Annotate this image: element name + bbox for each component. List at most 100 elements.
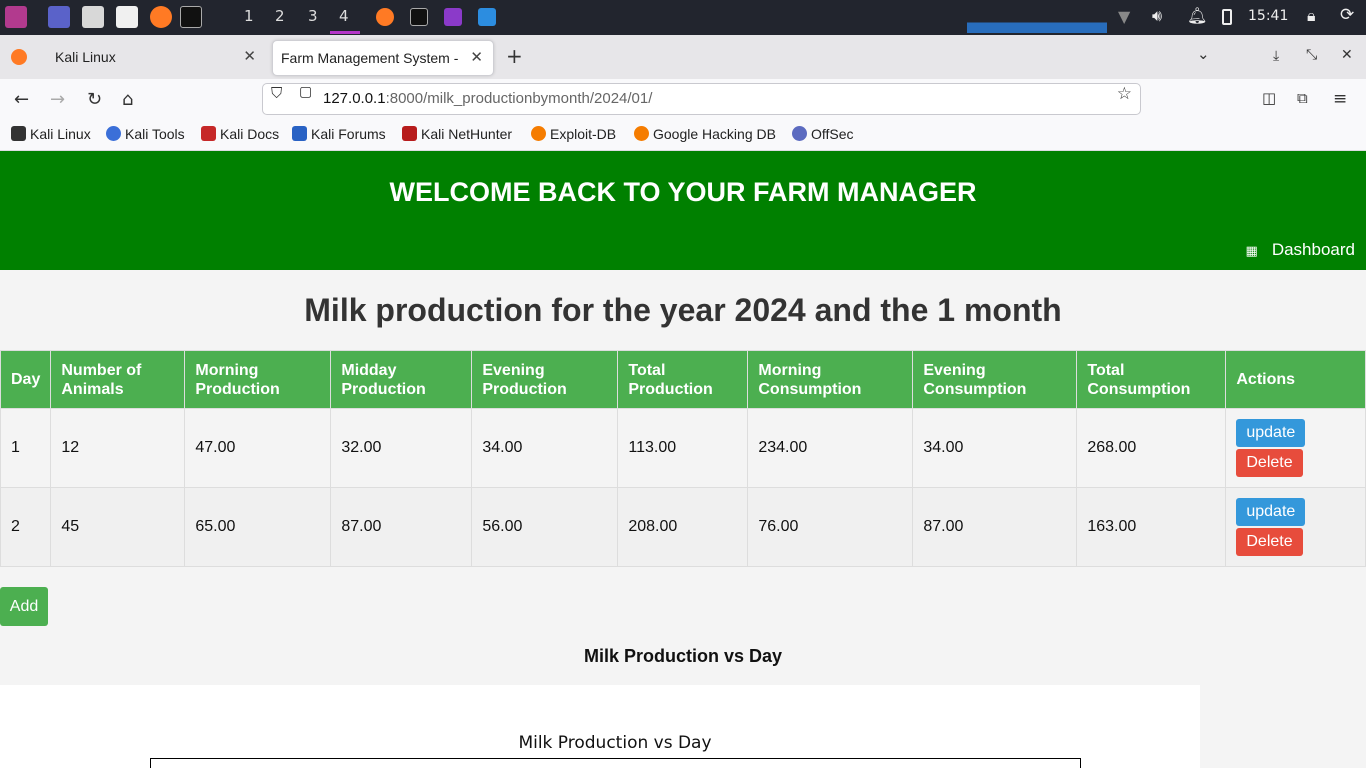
tab-kali-linux[interactable]: Kali Linux ✕ — [44, 40, 266, 76]
workspace-2[interactable]: 2 — [275, 7, 285, 25]
restore-window-icon[interactable]: ⤡ — [1306, 47, 1317, 63]
bookmark-kali-forums[interactable]: Kali Forums — [292, 126, 386, 142]
site-header: WELCOME BACK TO YOUR FARM MANAGER ▦ Dashb… — [0, 151, 1366, 270]
bookmark-exploit-db[interactable]: Exploit-DB — [531, 126, 616, 142]
cell-total: 113.00 — [617, 408, 749, 488]
cell-morning: 47.00 — [184, 408, 332, 488]
cell-morning-consumption: 234.00 — [747, 408, 914, 488]
forward-arrow-icon[interactable]: → — [50, 89, 65, 110]
dashboard-link[interactable]: ▦ Dashboard — [1246, 240, 1355, 260]
reload-icon[interactable]: ↻ — [87, 89, 102, 110]
show-desktop-icon[interactable] — [48, 6, 70, 28]
workspace-4[interactable]: 4 — [339, 7, 349, 25]
cell-total: 208.00 — [617, 487, 749, 567]
col-evening-production: Evening Production — [471, 350, 619, 409]
pocket-icon[interactable]: ◫ — [1262, 89, 1276, 107]
cell-actions: update Delete — [1225, 408, 1366, 488]
table-header-row: Day Number of Animals Morning Production… — [0, 350, 1366, 409]
url-path: :8000/milk_productionbymonth/2024/01/ — [385, 90, 653, 107]
add-button[interactable]: Add — [0, 587, 48, 626]
chart-container: Milk Production vs Day — [0, 685, 1200, 768]
bookmark-offsec[interactable]: OffSec — [792, 126, 854, 142]
cell-day: 2 — [0, 487, 52, 567]
col-morning-production: Morning Production — [184, 350, 332, 409]
chart-plot-area — [150, 758, 1081, 768]
kali-menu-icon[interactable] — [5, 6, 27, 28]
workspace-3[interactable]: 3 — [308, 7, 318, 25]
cell-total-consumption: 268.00 — [1076, 408, 1227, 488]
volume-icon[interactable]: 🔊︎ — [1152, 6, 1162, 26]
delete-button[interactable]: Delete — [1236, 528, 1303, 556]
offsec-icon — [792, 126, 807, 141]
col-evening-consumption: Evening Consumption — [912, 350, 1078, 409]
lock-icon[interactable]: 🔒︎ — [1307, 6, 1316, 26]
power-icon[interactable]: ⟳ — [1340, 5, 1354, 25]
back-arrow-icon[interactable]: ← — [14, 89, 29, 110]
firefox-window-icon[interactable] — [376, 8, 394, 26]
tab-label: Farm Management System - — [281, 50, 459, 66]
cell-evening: 56.00 — [471, 487, 619, 567]
col-midday-production: Midday Production — [330, 350, 473, 409]
text-editor-icon[interactable] — [116, 6, 138, 28]
url-bar[interactable]: ⛉ ▢ 127.0.0.1:8000/milk_productionbymont… — [262, 83, 1141, 115]
workspace-1[interactable]: 1 — [244, 7, 254, 25]
bookmark-kali-nethunter[interactable]: Kali NetHunter — [402, 126, 512, 142]
update-button[interactable]: update — [1236, 419, 1306, 447]
extensions-icon[interactable]: ⧉ — [1297, 89, 1308, 107]
network-icon[interactable]: ▼ — [1118, 7, 1130, 26]
menu-icon[interactable]: ≡ — [1333, 89, 1347, 109]
cell-total-consumption: 163.00 — [1076, 487, 1227, 567]
table-row: 1 12 47.00 32.00 34.00 113.00 234.00 34.… — [0, 408, 1366, 488]
page-viewport: WELCOME BACK TO YOUR FARM MANAGER ▦ Dashb… — [0, 151, 1366, 768]
bookmark-kali-docs[interactable]: Kali Docs — [201, 126, 279, 142]
tab-farm-management[interactable]: Farm Management System - ✕ — [272, 40, 494, 76]
clock[interactable]: 15:41 — [1248, 8, 1288, 24]
notification-bell-icon[interactable]: 🔔︎ — [1187, 6, 1207, 25]
bookmark-google-hacking-db[interactable]: Google Hacking DB — [634, 126, 776, 142]
page-title: Milk production for the year 2024 and th… — [304, 292, 1062, 328]
col-actions: Actions — [1225, 350, 1366, 409]
update-button[interactable]: update — [1236, 498, 1306, 526]
shield-icon[interactable]: ⛉ — [271, 84, 282, 102]
dashboard-label: Dashboard — [1271, 240, 1355, 259]
terminal-icon[interactable] — [180, 6, 202, 28]
bookmark-kali-linux[interactable]: Kali Linux — [11, 126, 91, 142]
table-row: 2 45 65.00 87.00 56.00 208.00 76.00 87.0… — [0, 487, 1366, 567]
download-icon[interactable]: ⤓ — [1273, 48, 1279, 64]
cell-animals: 45 — [50, 487, 186, 567]
cpu-graph-icon — [967, 10, 1107, 33]
close-icon[interactable]: ✕ — [243, 40, 256, 74]
new-tab-icon[interactable]: + — [506, 44, 523, 68]
cell-evening-consumption: 87.00 — [912, 487, 1078, 567]
milk-production-table: Day Number of Animals Morning Production… — [0, 350, 1366, 567]
firefox-icon[interactable] — [150, 6, 172, 28]
tab-list-chevron-down-icon[interactable]: ⌄ — [1197, 45, 1210, 63]
bookmark-star-icon[interactable]: ☆ — [1117, 84, 1132, 104]
file-manager-icon[interactable] — [82, 6, 104, 28]
cell-evening-consumption: 34.00 — [912, 408, 1078, 488]
terminal-window-icon[interactable] — [410, 8, 428, 26]
page-info-icon[interactable]: ▢ — [299, 84, 312, 100]
home-icon[interactable]: ⌂ — [122, 89, 133, 110]
kali-nethunter-icon — [402, 126, 417, 141]
bookmark-kali-tools[interactable]: Kali Tools — [106, 126, 185, 142]
vscode-window-icon[interactable] — [478, 8, 496, 26]
battery-icon[interactable] — [1222, 9, 1232, 25]
delete-button[interactable]: Delete — [1236, 449, 1303, 477]
kali-docs-icon — [201, 126, 216, 141]
url-host: 127.0.0.1 — [323, 90, 386, 107]
col-day: Day — [0, 350, 52, 409]
cell-animals: 12 — [50, 408, 186, 488]
browser-tab-bar: Kali Linux ✕ Farm Management System - ✕ … — [0, 35, 1366, 79]
cell-evening: 34.00 — [471, 408, 619, 488]
taskbar: 1 2 3 4 ▼ 🔊︎ 🔔︎ 15:41 🔒︎ ⟳ — [0, 0, 1366, 35]
firefox-view-icon[interactable] — [11, 49, 27, 65]
close-window-icon[interactable]: ✕ — [1341, 47, 1353, 63]
cell-morning: 65.00 — [184, 487, 332, 567]
cell-actions: update Delete — [1225, 487, 1366, 567]
close-icon[interactable]: ✕ — [470, 41, 483, 75]
kali-forums-icon — [292, 126, 307, 141]
app-window-icon[interactable] — [444, 8, 462, 26]
cell-morning-consumption: 76.00 — [747, 487, 914, 567]
chart-heading: Milk Production vs Day — [583, 646, 783, 666]
